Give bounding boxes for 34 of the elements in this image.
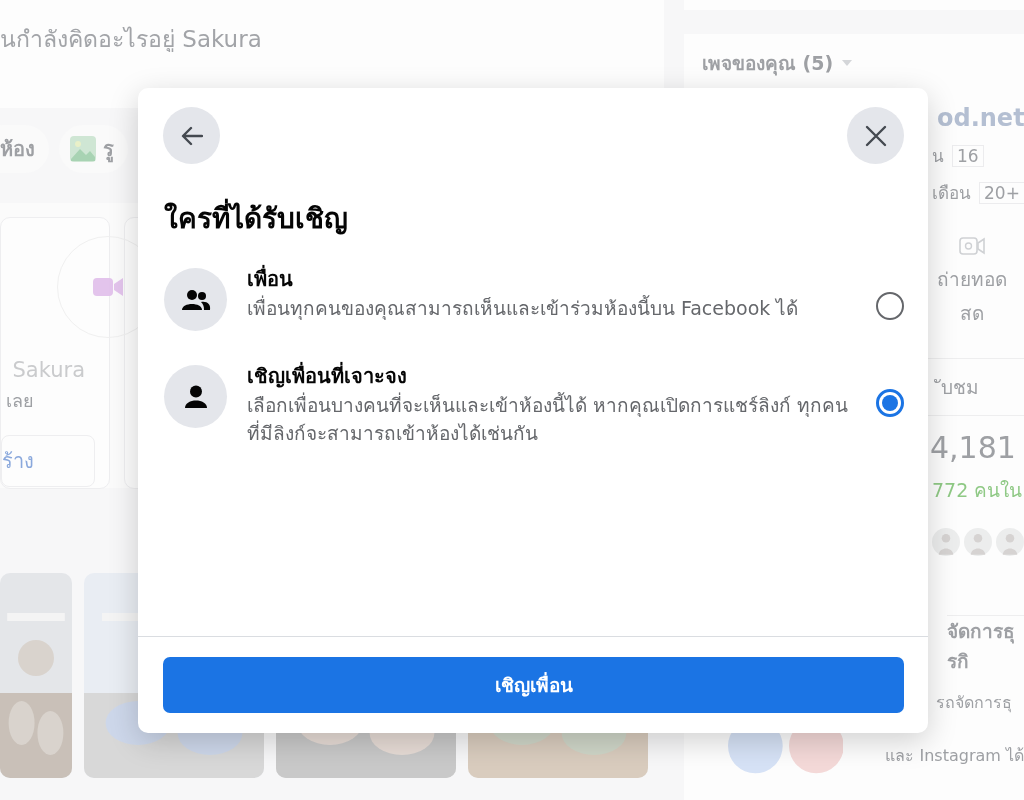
room-subtitle: เลย <box>6 389 34 413</box>
count-note: 772 คนใน <box>932 478 1024 503</box>
dialog-title: ใครที่ได้รับเชิญ <box>164 196 928 240</box>
radio-button[interactable] <box>876 389 904 417</box>
audience-option[interactable]: เชิญเพื่อนที่เจาะจง เลือกเพื่อนบางคนที่จะเห็นและเข้าห้องนี้ได้ หากคุณเปิดการแชร์ลิงก์ ทุกคนที่มีลิงก์จะสามารถเข้าห้องได้เช่นกัน <box>164 361 904 447</box>
radio-button[interactable] <box>876 292 904 320</box>
close-button[interactable] <box>847 107 904 164</box>
option-description: เลือกเพื่อนบางคนที่จะเห็นและเข้าห้องนี้ได้ หากคุณเปิดการแชร์ลิงก์ ทุกคนที่มีลิงก์จะสามารถเข้าห้องได้เช่นกัน <box>247 391 850 446</box>
section-text: และ Instagram ได้ <box>885 745 1024 767</box>
stat-label: น <box>932 145 944 168</box>
video-camera-icon <box>959 236 985 256</box>
people-icon <box>180 288 211 311</box>
option-description: เพื่อนทุกคนของคุณสามารถเห็นและเข้าร่วมห้องนี้บน Facebook ได้ <box>247 294 800 322</box>
pages-title: เพจของคุณ (5) <box>702 51 834 78</box>
page-name: od.net <box>937 104 1024 132</box>
option-title: เพื่อน <box>247 264 294 293</box>
image-icon <box>69 135 97 163</box>
stat-value: 20+ <box>979 181 1024 204</box>
video-camera-icon <box>93 276 123 298</box>
caret-icon <box>841 59 854 67</box>
person-icon <box>184 384 207 409</box>
back-button[interactable] <box>163 107 220 164</box>
close-icon <box>864 124 887 147</box>
option-title: เชิญเพื่อนที่เจาะจง <box>247 361 408 390</box>
live-label[interactable]: ถ่ายทอดสด <box>932 262 1012 330</box>
create-room-button[interactable]: ร้าง <box>1 435 95 487</box>
stat-label: เดือน <box>932 182 971 205</box>
section-text: รถจัดการธุ <box>936 692 1013 715</box>
audience-option[interactable]: เพื่อน เพื่อนทุกคนของคุณสามารถเห็นและเข้าร่วมห้องนี้บน Facebook ได้ <box>164 264 904 331</box>
viewer-count: 4,181 <box>930 430 1017 465</box>
section-title: จัดการธุรกิ <box>947 615 1024 676</box>
back-arrow-icon <box>180 125 203 146</box>
invite-friends-button[interactable]: เชิญเพื่อน <box>163 657 904 713</box>
stat-value: 16 <box>952 144 984 167</box>
